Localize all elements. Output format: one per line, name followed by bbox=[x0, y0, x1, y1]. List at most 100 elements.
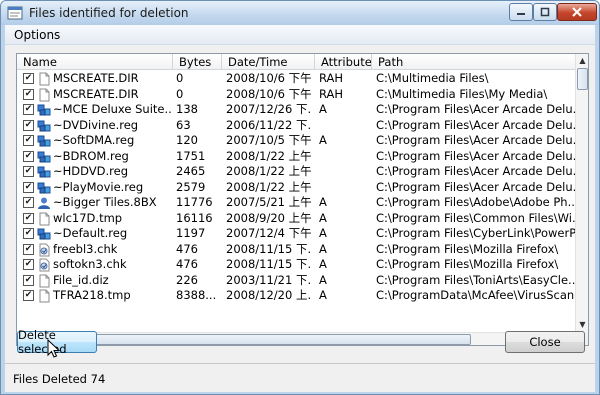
cell-name: MSCREATE.DIR bbox=[53, 71, 139, 85]
row-checkbox[interactable]: ✔ bbox=[23, 73, 34, 84]
row-checkbox[interactable]: ✔ bbox=[23, 119, 34, 131]
cell-name: freebl3.chk bbox=[53, 241, 118, 256]
table-row[interactable]: ✔ ~DVDivine.reg 63 2006/11/22 下... C:\Progra… bbox=[17, 118, 575, 134]
registry-file-icon bbox=[37, 134, 51, 148]
column-header-name[interactable]: Name bbox=[17, 54, 173, 70]
row-checkbox[interactable]: ✔ bbox=[23, 88, 34, 100]
cell-name: File_id.diz bbox=[53, 272, 109, 287]
cell-datetime: 2008/11/15 下... bbox=[226, 241, 312, 256]
window-title: Files identified for deletion bbox=[29, 6, 189, 20]
cell-datetime: 2008/1/22 上午... bbox=[226, 179, 312, 194]
table-row[interactable]: ✔ ~Default.reg 1197 2007/12/4 下午... A C:\Prog… bbox=[17, 226, 575, 242]
cell-name: softokn3.chk bbox=[53, 257, 127, 271]
horizontal-scroll-thumb[interactable] bbox=[31, 334, 471, 345]
cell-name: ~Default.reg bbox=[53, 226, 128, 240]
row-checkbox[interactable]: ✔ bbox=[23, 166, 34, 177]
cell-path: C:\Multimedia Files\My Media\ bbox=[376, 86, 548, 101]
table-row[interactable]: ✔ MSCREATE.DIR 0 2008/10/6 下午... RAH C:\Multi… bbox=[17, 87, 575, 103]
application-window: Files identified for deletion Options Na… bbox=[0, 0, 600, 395]
cell-attribute: A bbox=[319, 210, 327, 225]
cell-bytes: 1197 bbox=[176, 226, 206, 240]
row-checkbox[interactable]: ✔ bbox=[23, 290, 34, 301]
cell-path: C:\Program Files\Mozilla Firefox\ bbox=[376, 241, 559, 256]
minimize-button[interactable] bbox=[509, 3, 533, 21]
cell-datetime: 2008/12/20 上... bbox=[226, 288, 312, 302]
table-row[interactable]: ✔ ~BDROM.reg 1751 2008/1/22 上午... C:\Program… bbox=[17, 149, 575, 165]
column-header-path[interactable]: Path bbox=[372, 54, 575, 70]
horizontal-scrollbar[interactable]: ◀ ▶ bbox=[17, 332, 575, 345]
row-checkbox[interactable]: ✔ bbox=[23, 197, 34, 208]
table-row[interactable]: ✔ File_id.diz 226 2003/11/21 下... A C:\Progra… bbox=[17, 273, 575, 289]
cell-bytes: 138 bbox=[176, 102, 198, 116]
cell-bytes: 476 bbox=[176, 241, 198, 256]
table-row[interactable]: ✔ ~PlayMovie.reg 2579 2008/1/22 上午... C:\Pro… bbox=[17, 180, 575, 196]
row-checkbox[interactable]: ✔ bbox=[23, 274, 34, 286]
cell-bytes: 16116 bbox=[176, 210, 213, 225]
row-checkbox[interactable]: ✔ bbox=[23, 212, 34, 224]
cell-attribute bbox=[319, 149, 371, 165]
cell-name: wlc17D.tmp bbox=[53, 210, 123, 225]
cell-datetime: 2007/12/26 下... bbox=[226, 102, 312, 116]
vertical-scroll-thumb[interactable] bbox=[577, 68, 588, 90]
cell-bytes: 476 bbox=[176, 257, 198, 271]
row-checkbox[interactable]: ✔ bbox=[23, 259, 34, 270]
scroll-down-arrow-icon[interactable]: ▼ bbox=[578, 320, 587, 329]
cell-attribute: A bbox=[319, 288, 327, 302]
cell-path: C:\Program Files\Acer Arcade Delu... bbox=[376, 164, 575, 178]
cell-path: C:\Program Files\Common Files\Wi... bbox=[376, 210, 575, 225]
cell-path: C:\Program Files\Acer Arcade Delu... bbox=[376, 102, 575, 116]
title-bar[interactable]: Files identified for deletion bbox=[1, 1, 599, 25]
row-checkbox[interactable]: ✔ bbox=[23, 135, 34, 146]
table-row[interactable]: ✔ ~HDDVD.reg 2465 2008/1/22 上午... C:\Program… bbox=[17, 164, 575, 180]
cell-bytes: 0 bbox=[176, 71, 184, 85]
cell-name: ~DVDivine.reg bbox=[53, 117, 139, 132]
column-header-datetime[interactable]: Date/Time bbox=[222, 54, 315, 70]
column-header-attribute[interactable]: Attribute bbox=[315, 54, 372, 70]
cell-attribute bbox=[319, 118, 371, 134]
column-header-bytes[interactable]: Bytes bbox=[173, 54, 222, 70]
cell-attribute: A bbox=[319, 133, 327, 147]
scroll-up-arrow-icon[interactable]: ▲ bbox=[578, 56, 587, 65]
row-checkbox[interactable]: ✔ bbox=[23, 228, 34, 239]
cell-path: C:\Program Files\Acer Arcade Delu... bbox=[376, 179, 575, 194]
row-checkbox[interactable]: ✔ bbox=[23, 243, 34, 255]
cell-datetime: 2008/9/20 上午... bbox=[226, 210, 312, 225]
cell-path: C:\Program Files\Acer Arcade Delu... bbox=[376, 117, 575, 132]
table-row[interactable]: ✔ ~MCE Deluxe Suite... 138 2007/12/26 下... A… bbox=[17, 102, 575, 118]
row-checkbox[interactable]: ✔ bbox=[23, 181, 34, 193]
row-checkbox[interactable]: ✔ bbox=[23, 150, 34, 162]
blank-file-icon bbox=[37, 88, 51, 102]
cell-path: C:\Program Files\Acer Arcade Delu... bbox=[376, 133, 575, 147]
table-row[interactable]: ✔ ~Bigger Tiles.8BX 11776 2007/5/21 上午... A C… bbox=[17, 195, 575, 211]
registry-file-icon bbox=[37, 103, 51, 117]
chk-file-icon bbox=[37, 243, 51, 257]
vertical-scrollbar[interactable]: ▲ ▼ bbox=[575, 54, 588, 332]
blank-file-icon bbox=[37, 72, 51, 86]
table-row[interactable]: ✔ wlc17D.tmp 16116 2008/9/20 上午... A C:\Progr… bbox=[17, 211, 575, 227]
table-row[interactable]: ✔ MSCREATE.DIR 0 2008/10/6 下午... RAH C:\Multi… bbox=[17, 71, 575, 87]
cell-path: C:\Program Files\CyberLink\PowerP... bbox=[376, 226, 575, 240]
chk-file-icon bbox=[37, 258, 51, 272]
cell-datetime: 2008/10/6 下午... bbox=[226, 71, 312, 85]
maximize-button[interactable] bbox=[533, 3, 557, 21]
cell-name: ~BDROM.reg bbox=[53, 148, 129, 163]
blank-file-icon bbox=[37, 274, 51, 288]
cell-path: C:\ProgramData\McAfee\VirusScan... bbox=[376, 288, 575, 302]
table-row[interactable]: ✔ TFRA218.tmp 8388... 2008/12/20 上... A C:\Pr… bbox=[17, 288, 575, 304]
file-list: Name Bytes Date/Time Attribute Path ✔ MSC… bbox=[16, 53, 589, 346]
registry-file-icon bbox=[37, 119, 51, 133]
status-text: Files Deleted 74 bbox=[13, 372, 106, 386]
close-icon bbox=[572, 7, 582, 17]
menu-options[interactable]: Options bbox=[14, 28, 60, 42]
table-row[interactable]: ✔ ~SoftDMA.reg 120 2007/10/5 下午... A C:\Progr… bbox=[17, 133, 575, 149]
app-icon bbox=[7, 6, 23, 20]
menu-bar: Options bbox=[5, 25, 595, 45]
cell-bytes: 1751 bbox=[176, 148, 206, 163]
cell-name: ~MCE Deluxe Suite... bbox=[53, 102, 171, 116]
table-row[interactable]: ✔ freebl3.chk 476 2008/11/15 下... A C:\Progra… bbox=[17, 242, 575, 258]
table-row[interactable]: ✔ softokn3.chk 476 2008/11/15 下... A C:\Progr… bbox=[17, 257, 575, 273]
close-window-button[interactable] bbox=[557, 3, 597, 21]
close-button[interactable]: Close bbox=[505, 331, 585, 353]
row-checkbox[interactable]: ✔ bbox=[23, 104, 34, 115]
cell-datetime: 2007/12/4 下午... bbox=[226, 226, 312, 240]
